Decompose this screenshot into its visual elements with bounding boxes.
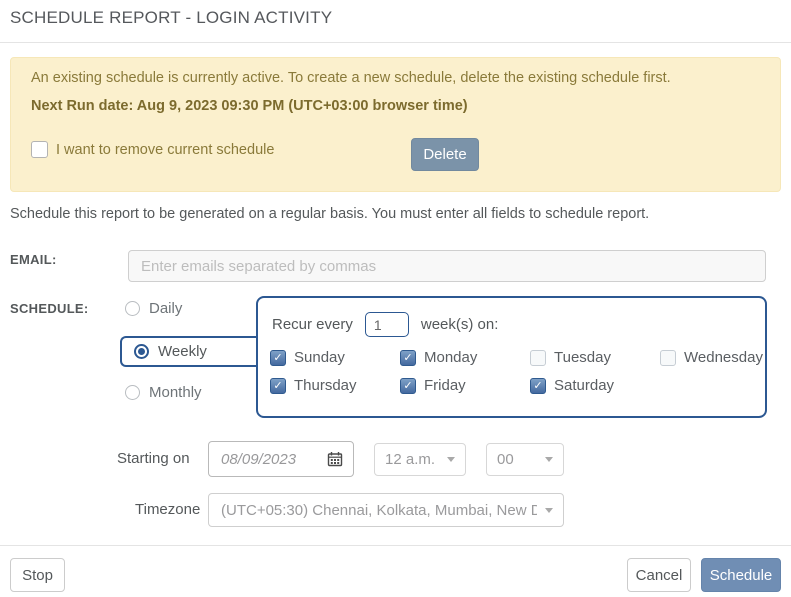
delete-button[interactable]: Delete [411,138,479,171]
weekly-label: Weekly [158,343,207,360]
tuesday-checkbox[interactable]: ✓ [530,349,546,366]
radio-option-monthly[interactable]: Monthly [125,384,202,401]
recur-suffix-label: week(s) on: [420,316,499,333]
day-option-thursday[interactable]: ✓ Thursday [270,377,357,394]
starting-on-label: Starting on [117,450,190,467]
start-hour-select[interactable]: 12 a.m. [374,443,466,476]
day-option-tuesday[interactable]: ✓ Tuesday [530,349,611,366]
radio-option-weekly[interactable]: Weekly [120,336,257,367]
title-divider [0,42,791,43]
start-minute-value: 00 [497,451,514,468]
start-date-value: 08/09/2023 [221,450,297,468]
remove-schedule-row: I want to remove current schedule [31,141,274,158]
schedule-report-dialog: SCHEDULE REPORT - LOGIN ACTIVITY An exis… [0,0,791,597]
monday-checkbox[interactable]: ✓ [400,349,416,366]
friday-label: Friday [424,377,466,394]
wednesday-label: Wednesday [684,349,763,366]
schedule-button[interactable]: Schedule [701,558,781,592]
next-run-date-text: Next Run date: Aug 9, 2023 09:30 PM (UTC… [31,98,468,114]
monthly-radio[interactable] [125,385,140,400]
recur-interval-input[interactable] [364,312,409,337]
monday-label: Monday [424,349,478,366]
day-option-sunday[interactable]: ✓ Sunday [270,349,345,366]
weekly-recurrence-panel: Recur every week(s) on: ✓ Sunday ✓ Monda… [256,296,767,418]
calendar-icon[interactable] [327,451,343,467]
day-option-wednesday[interactable]: ✓ Wednesday [660,349,763,366]
thursday-checkbox[interactable]: ✓ [270,377,286,394]
page-title: SCHEDULE REPORT - LOGIN ACTIVITY [10,8,333,27]
friday-checkbox[interactable]: ✓ [400,377,416,394]
chevron-down-icon [545,507,553,513]
thursday-label: Thursday [294,377,357,394]
recur-interval-row: Recur every week(s) on: [272,312,498,337]
remove-schedule-label: I want to remove current schedule [56,141,275,158]
active-schedule-warning-banner: An existing schedule is currently active… [10,57,781,192]
intro-text: Schedule this report to be generated on … [10,206,650,222]
sunday-label: Sunday [294,349,345,366]
chevron-down-icon [447,457,455,462]
cancel-button[interactable]: Cancel [627,558,691,592]
radio-option-daily[interactable]: Daily [125,300,182,317]
start-date-input[interactable]: 08/09/2023 [208,441,354,477]
timezone-value: (UTC+05:30) Chennai, Kolkata, Mumbai, Ne… [221,501,537,519]
day-option-saturday[interactable]: ✓ Saturday [530,377,614,394]
schedule-label: SCHEDULE: [10,301,89,316]
tuesday-label: Tuesday [554,349,611,366]
timezone-label: Timezone [135,501,201,518]
saturday-checkbox[interactable]: ✓ [530,377,546,394]
email-input[interactable] [128,250,766,282]
remove-schedule-checkbox[interactable] [31,141,48,158]
timezone-select[interactable]: (UTC+05:30) Chennai, Kolkata, Mumbai, Ne… [208,493,564,527]
day-option-monday[interactable]: ✓ Monday [400,349,477,366]
email-label: EMAIL: [10,252,57,267]
day-option-friday[interactable]: ✓ Friday [400,377,466,394]
daily-label: Daily [149,300,183,317]
daily-radio[interactable] [125,301,140,316]
stop-button[interactable]: Stop [10,558,65,592]
chevron-down-icon [545,457,553,462]
sunday-checkbox[interactable]: ✓ [270,349,286,366]
wednesday-checkbox[interactable]: ✓ [660,349,676,366]
recur-prefix-label: Recur every [272,316,353,333]
monthly-label: Monthly [149,384,202,401]
start-hour-value: 12 a.m. [385,451,436,468]
warning-message: An existing schedule is currently active… [31,70,671,86]
footer-divider [0,545,791,546]
weekly-radio[interactable] [134,344,149,359]
saturday-label: Saturday [554,377,615,394]
start-minute-select[interactable]: 00 [486,443,564,476]
